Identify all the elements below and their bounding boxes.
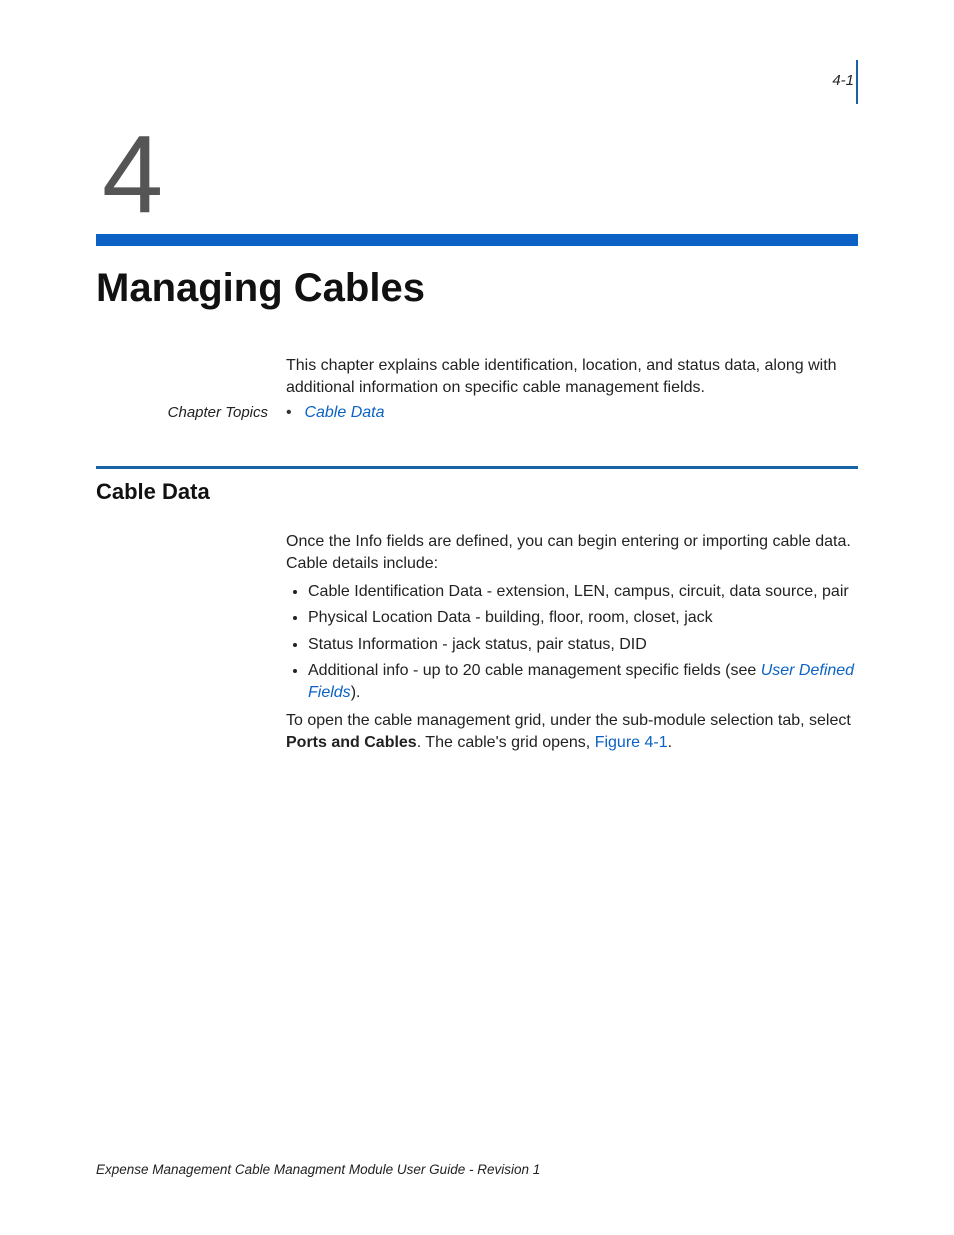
figure-link[interactable]: Figure 4-1 (595, 734, 668, 751)
chapter-rule (96, 234, 858, 246)
chapter-topics-row: Chapter Topics • Cable Data (96, 404, 858, 422)
bullet4-post: ). (351, 684, 361, 701)
list-item: Cable Identification Data - extension, L… (308, 581, 856, 603)
chapter-number: 4 (102, 120, 858, 230)
bullet4-pre: Additional info - up to 20 cable managem… (308, 662, 761, 679)
page: 4-1 4 Managing Cables This chapter expla… (0, 0, 954, 1235)
section-p1: Once the Info fields are defined, you ca… (286, 531, 856, 575)
bullet-icon: • (286, 404, 300, 422)
chapter-topic-link[interactable]: Cable Data (304, 404, 384, 421)
chapter-intro: This chapter explains cable identificati… (286, 355, 856, 398)
p2-post: . (668, 734, 672, 751)
list-item: Additional info - up to 20 cable managem… (308, 660, 856, 704)
page-footer: Expense Management Cable Managment Modul… (96, 1162, 540, 1177)
list-item: Physical Location Data - building, floor… (308, 607, 856, 629)
list-item: Status Information - jack status, pair s… (308, 634, 856, 656)
p2-bold: Ports and Cables (286, 734, 417, 751)
p2-pre: To open the cable management grid, under… (286, 712, 851, 729)
p2-mid: . The cable's grid opens, (417, 734, 595, 751)
page-number: 4-1 (832, 72, 854, 89)
section-rule (96, 466, 858, 469)
section-bullet-list: Cable Identification Data - extension, L… (308, 581, 856, 703)
section-title: Cable Data (96, 479, 858, 505)
page-number-rule (856, 60, 858, 104)
chapter-topics-label: Chapter Topics (96, 404, 286, 421)
section-p2: To open the cable management grid, under… (286, 710, 856, 754)
chapter-topics-list: • Cable Data (286, 404, 858, 422)
chapter-title: Managing Cables (96, 266, 858, 311)
section-body: Once the Info fields are defined, you ca… (286, 531, 856, 754)
